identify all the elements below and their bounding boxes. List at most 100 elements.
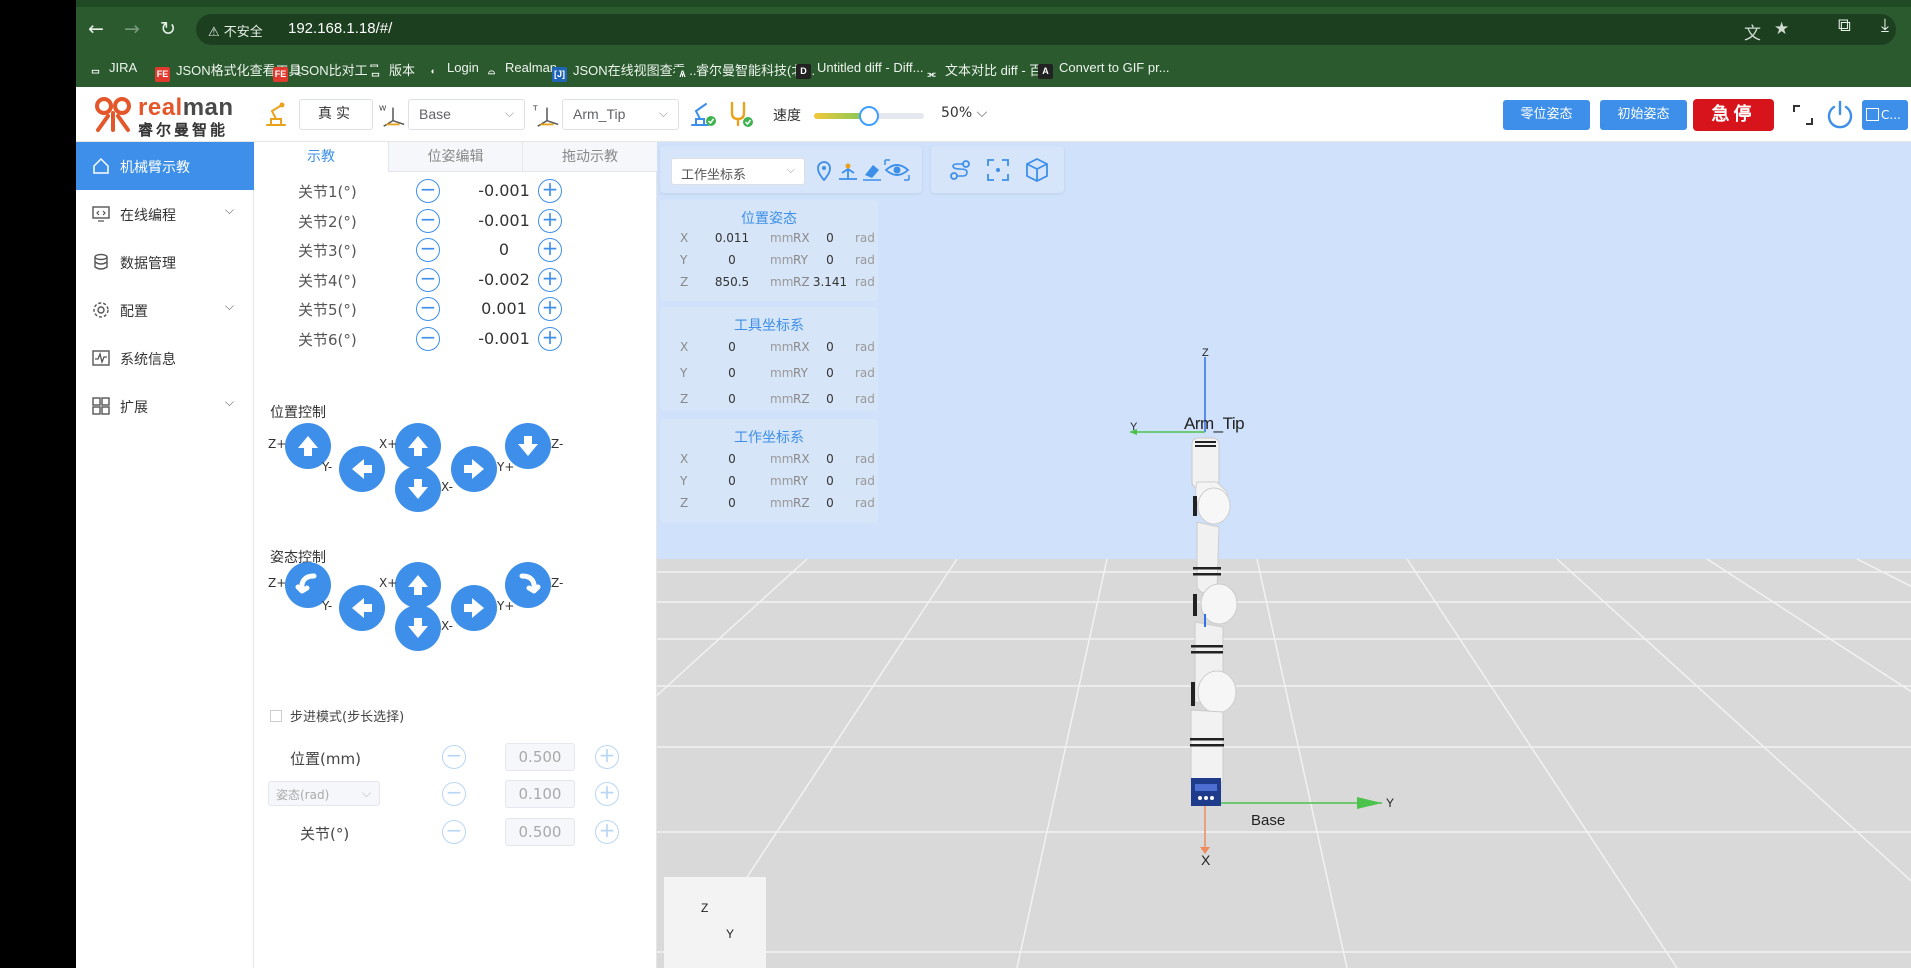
pose-jog-xp-button[interactable]	[395, 562, 441, 608]
bookmark-item[interactable]: ⌓ Realman	[484, 60, 557, 80]
bookmark-item[interactable]: A Convert to GIF pr...	[1038, 60, 1170, 80]
speed-value-select[interactable]: 50% ⌵	[941, 105, 987, 121]
position-jog-xp-button[interactable]	[395, 423, 441, 469]
step-pose-row: 姿态(rad) ⌵ − 0.100 +	[254, 778, 657, 810]
speed-slider-thumb[interactable]	[859, 106, 879, 126]
sidebar-item-system-info[interactable]: 系统信息	[76, 334, 254, 382]
sidebar-item-teach[interactable]: 机械臂示教	[76, 142, 254, 190]
teach-tabs: 示教 位姿编辑 拖动示教	[254, 142, 657, 172]
tab-teach[interactable]: 示教	[254, 142, 388, 172]
position-jog-xm-button[interactable]	[395, 466, 441, 512]
step-mode-checkbox[interactable]: 步进模式(步长选择)	[270, 706, 404, 725]
mini-axis-gizmo: Z Y	[664, 877, 766, 968]
step-pose-select[interactable]: 姿态(rad) ⌵	[268, 781, 380, 806]
joint-minus-button[interactable]: −	[416, 327, 440, 351]
tab-drag-teach[interactable]: 拖动示教	[522, 142, 657, 172]
joint-label: 关节1(°)	[298, 183, 357, 201]
step-joint-input[interactable]: 0.500	[505, 818, 575, 846]
bookmark-star-icon[interactable]: ★	[1774, 19, 1789, 39]
translate-icon[interactable]: 文	[1744, 19, 1761, 44]
bookmark-item[interactable]: ▭ JIRA	[88, 60, 137, 80]
position-jog-yp-button[interactable]	[451, 446, 497, 492]
pose-jog-zm-button[interactable]	[505, 562, 551, 608]
tip-y-label: Y	[1130, 421, 1138, 433]
pose-jog-xm-button[interactable]	[395, 605, 441, 651]
step-pose-select-value: 姿态(rad)	[276, 788, 330, 802]
speed-slider[interactable]	[814, 106, 924, 126]
step-pose-input[interactable]: 0.100	[505, 780, 575, 808]
extensions-icon[interactable]: ⧉	[1838, 15, 1851, 36]
step-position-label: 位置(mm)	[290, 750, 361, 768]
sidebar-item-online-programming[interactable]: 在线编程 ⌵	[76, 190, 254, 238]
tab-pose-edit[interactable]: 位姿编辑	[388, 142, 522, 172]
gripper-status-icon[interactable]	[724, 99, 754, 129]
security-warning[interactable]: ⚠ 不安全	[208, 21, 263, 40]
browser-chrome: ← → ↻ ⚠ 不安全 192.168.1.18/#/ 文 ★ ⧉ ⤓ ▭ JIR…	[76, 0, 1911, 87]
security-label: 不安全	[223, 25, 263, 40]
tool-frame-select[interactable]: Arm_Tip ⌵	[562, 99, 679, 130]
step-joint-plus-button[interactable]: +	[595, 820, 619, 844]
step-pose-plus-button[interactable]: +	[595, 782, 619, 806]
arrow-icon	[295, 573, 317, 594]
connect-button[interactable]: C...	[1862, 100, 1908, 130]
chevron-down-icon: ⌵	[361, 786, 371, 800]
joint-minus-button[interactable]: −	[416, 208, 440, 233]
joint-minus-button[interactable]: −	[416, 267, 440, 292]
bookmark-item[interactable]: ⫘ 文本对比 diff - 百...	[924, 60, 1053, 82]
pose-jog-xp-label: X+	[379, 576, 398, 590]
reload-icon[interactable]: ↻	[156, 17, 180, 41]
joint-plus-button[interactable]: +	[538, 208, 562, 233]
joint-label: 关节4(°)	[298, 271, 357, 290]
power-icon[interactable]	[1824, 99, 1856, 131]
base-frame-select[interactable]: Base ⌵	[408, 99, 525, 130]
joint-plus-button[interactable]: +	[538, 267, 562, 292]
bookmark-item[interactable]: D Untitled diff - Diff...	[796, 60, 923, 80]
emergency-stop-button[interactable]: 急停	[1693, 99, 1774, 131]
bookmark-item[interactable]: ▭ 版本	[368, 60, 415, 82]
arm-status-icon[interactable]	[688, 99, 718, 129]
chevron-down-icon: ⌵	[976, 105, 988, 121]
sidebar-item-config[interactable]: 配置 ⌵	[76, 286, 254, 334]
position-jog-ym-button[interactable]	[339, 446, 385, 492]
real-mode-button[interactable]: 真实	[299, 99, 373, 130]
init-pose-button[interactable]: 初始姿态	[1600, 100, 1687, 130]
joint-plus-button[interactable]: +	[538, 297, 562, 322]
robot-arm-icon[interactable]	[262, 99, 292, 129]
step-joint-minus-button[interactable]: −	[442, 820, 466, 844]
bookmark-favicon-icon: D	[796, 64, 811, 79]
joint-plus-button[interactable]: +	[538, 238, 562, 263]
pose-jog-ym-button[interactable]	[339, 585, 385, 631]
step-pose-minus-button[interactable]: −	[442, 782, 466, 806]
fullscreen-icon[interactable]	[1792, 104, 1814, 126]
chevron-down-icon: ⌵	[224, 299, 234, 313]
zero-pose-button[interactable]: 零位姿态	[1503, 100, 1590, 130]
download-icon[interactable]: ⤓	[1881, 15, 1889, 36]
url-text[interactable]: 192.168.1.18/#/	[288, 20, 392, 37]
sidebar-item-data-management[interactable]: 数据管理	[76, 238, 254, 286]
chevron-down-icon: ⌵	[224, 395, 234, 409]
bookmark-item[interactable]: ◐ Login	[426, 60, 479, 80]
bookmark-item[interactable]: FE JSON比对工具	[273, 60, 381, 82]
chevron-down-icon: ⌵	[504, 106, 514, 120]
joint-minus-button[interactable]: −	[416, 238, 440, 263]
3d-viewport[interactable]: 工作坐标系 ⌵ 位置姿态 X 0.011 mm RX 0 rad Y 0 mm RY 0 rad Z 850.…	[657, 142, 1911, 968]
step-position-input[interactable]: 0.500	[505, 743, 575, 771]
joint-minus-button[interactable]: −	[416, 179, 440, 203]
sidebar-item-extension[interactable]: 扩展 ⌵	[76, 382, 254, 430]
step-position-minus-button[interactable]: −	[442, 745, 466, 769]
address-bar[interactable]: ⚠ 不安全 192.168.1.18/#/ 文 ★	[196, 14, 1896, 45]
pose-jog-zp-label: Z+	[268, 576, 287, 590]
robot-arm	[1190, 437, 1238, 806]
pose-jog-yp-button[interactable]	[451, 585, 497, 631]
back-icon[interactable]: ←	[84, 17, 108, 41]
logo-mark-icon	[95, 97, 131, 132]
settings-icon	[93, 302, 109, 318]
step-position-plus-button[interactable]: +	[595, 745, 619, 769]
joint-plus-button[interactable]: +	[538, 327, 562, 351]
tool-frame-icon: T	[533, 103, 559, 127]
bookmark-item[interactable]: Ѧ 睿尔曼智能科技(北...	[675, 60, 815, 82]
joint-minus-button[interactable]: −	[416, 297, 440, 322]
position-jog-zm-button[interactable]	[505, 423, 551, 469]
joint-plus-button[interactable]: +	[538, 179, 562, 203]
forward-icon[interactable]: →	[120, 17, 144, 41]
